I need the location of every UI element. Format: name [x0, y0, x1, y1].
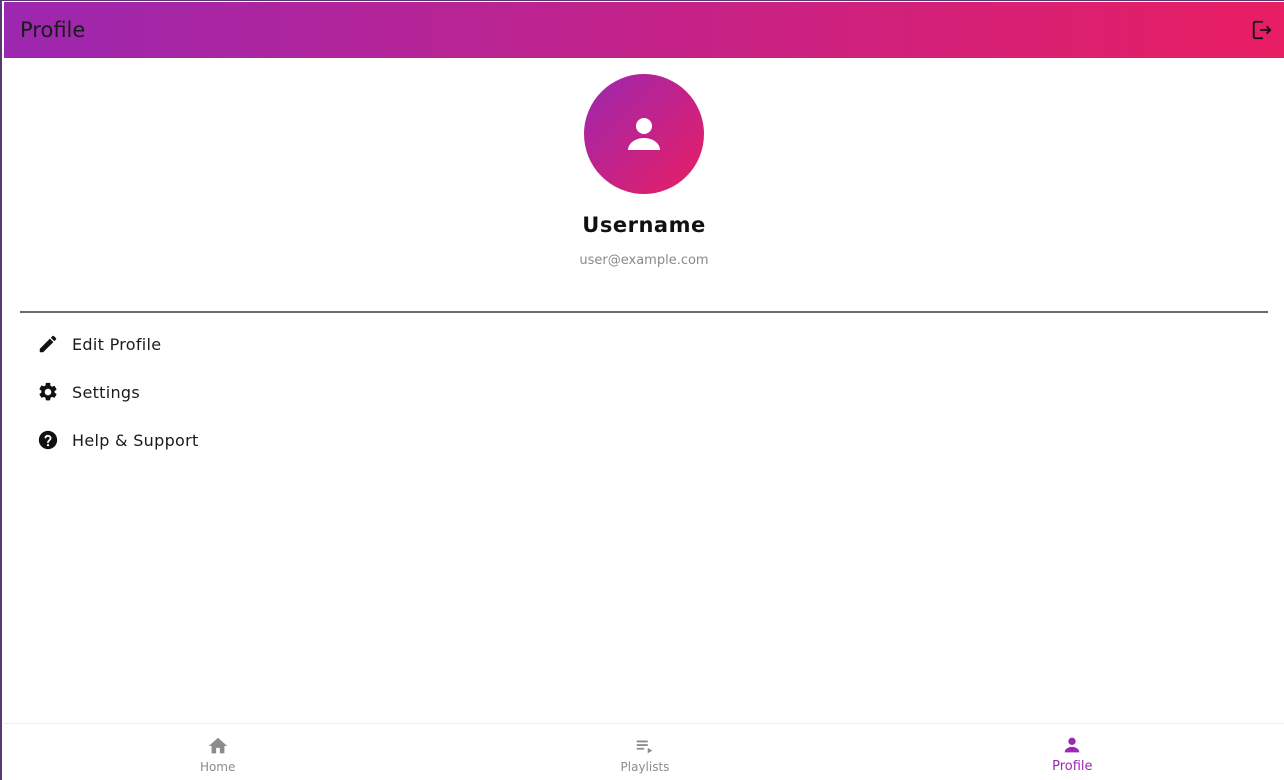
nav-item-playlists[interactable]: Playlists — [431, 724, 858, 780]
person-icon — [628, 118, 660, 150]
help-icon — [36, 428, 60, 452]
user-email: user@example.com — [579, 253, 709, 268]
avatar — [584, 74, 704, 194]
profile-menu: Edit Profile Settings Help & Support — [20, 320, 1268, 464]
settings-icon — [36, 380, 60, 404]
nav-item-home[interactable]: Home — [4, 724, 431, 780]
logout-button[interactable] — [1250, 18, 1274, 42]
app-window: Profile Username user@example.com Edit P… — [0, 0, 1284, 780]
app-bar: Profile — [4, 2, 1284, 58]
person-icon — [1060, 733, 1084, 757]
menu-item-label: Help & Support — [72, 430, 199, 450]
logout-icon — [1252, 20, 1272, 40]
edit-icon — [36, 332, 60, 356]
home-icon — [206, 734, 230, 758]
menu-item-edit-profile[interactable]: Edit Profile — [20, 320, 1268, 368]
menu-item-settings[interactable]: Settings — [20, 368, 1268, 416]
playlist-play-icon — [633, 734, 657, 758]
nav-item-label: Home — [199, 759, 236, 774]
nav-item-profile[interactable]: Profile — [859, 724, 1284, 780]
menu-item-help-support[interactable]: Help & Support — [20, 416, 1268, 464]
menu-item-label: Edit Profile — [72, 334, 162, 354]
divider — [20, 311, 1268, 313]
page-title: Profile — [20, 18, 86, 42]
bottom-navigation: Home Playlists Profile — [4, 723, 1284, 780]
menu-item-label: Settings — [72, 382, 141, 402]
nav-item-label: Profile — [1052, 759, 1093, 774]
nav-item-label: Playlists — [620, 759, 670, 774]
username: Username — [582, 213, 706, 237]
